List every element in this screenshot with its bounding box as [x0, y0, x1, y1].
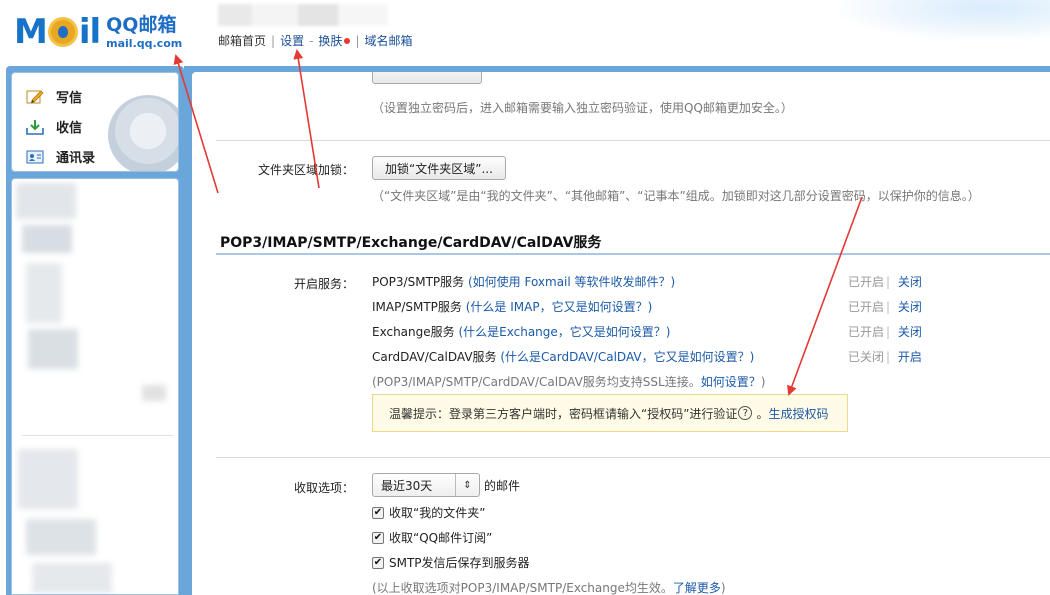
divider	[216, 457, 1050, 458]
service-help-link[interactable]: (什么是Exchange，它又是如何设置？)	[458, 325, 670, 339]
top-nav: 邮箱首页 | 设置 - 换肤 | 域名邮箱	[218, 32, 413, 49]
main-frame: （设置独立密码后，进入邮箱需要输入独立密码验证，使用QQ邮箱更加安全。） 文件夹…	[184, 66, 1050, 595]
service-help-link[interactable]: (什么是 IMAP，它又是如何设置？)	[466, 300, 653, 314]
service-help-link[interactable]: (如何使用 Foxmail 等软件收发邮件？)	[468, 275, 675, 289]
quick-actions: 写信 收信 通讯录	[11, 72, 179, 172]
logo-title: QQ邮箱	[106, 13, 177, 36]
service-imap-smtp: IMAP/SMTP服务 (什么是 IMAP，它又是如何设置？)	[372, 300, 653, 314]
penguin-logo-icon	[47, 17, 78, 47]
auth-code-tip: 温馨提示：登录第三方客户端时，密码框请输入“授权码”进行验证?。生成授权码	[372, 394, 848, 432]
generate-auth-code-link[interactable]: 生成授权码	[768, 405, 828, 422]
folder-lock-note: （“文件夹区域”是由“我的文件夹”、“其他邮箱”、“记事本”组成。加锁即对这几部…	[372, 189, 980, 203]
service-exchange: Exchange服务 (什么是Exchange，它又是如何设置？)	[372, 325, 671, 339]
help-question-icon[interactable]: ?	[738, 406, 753, 420]
nav-skin-link[interactable]: 换肤	[318, 32, 342, 49]
folder-list-blurred	[11, 178, 179, 595]
header: Mil QQ邮箱 mail.qq.com 邮箱首页 | 设置 - 换肤 | 域名…	[0, 0, 1050, 66]
header-decoration	[840, 0, 1050, 40]
service-toggle-link[interactable]: 关闭	[898, 275, 922, 289]
penguin-watermark-icon	[108, 95, 178, 171]
section-rule	[216, 253, 1050, 255]
checkbox-smtp-save[interactable]: ✔ SMTP发信后保存到服务器	[372, 554, 530, 571]
service-toggle-link[interactable]: 关闭	[898, 325, 922, 339]
folder-lock-label: 文件夹区域加锁：	[257, 163, 354, 177]
select-arrows-icon: ⇕	[455, 474, 479, 496]
service-status: 已开启 | 关闭	[848, 300, 922, 314]
independent-password-note: （设置独立密码后，进入邮箱需要输入独立密码验证，使用QQ邮箱更加安全。）	[372, 101, 793, 115]
service-toggle-link[interactable]: 关闭	[898, 300, 922, 314]
checkbox-checked-icon: ✔	[372, 506, 384, 519]
receive-range-suffix: 的邮件	[484, 479, 521, 493]
service-toggle-link[interactable]: 开启	[898, 350, 922, 364]
nav-settings-link[interactable]: 设置	[280, 32, 304, 49]
section-title: POP3/IMAP/SMTP/Exchange/CardDAV/CalDAV服务	[220, 235, 602, 251]
logo-url: mail.qq.com	[106, 36, 183, 50]
checkbox-checked-icon: ✔	[372, 556, 384, 569]
checkbox-qq-subscription[interactable]: ✔ 收取“QQ邮件订阅”	[372, 529, 492, 546]
services-label: 开启服务：	[293, 277, 354, 291]
service-status: 已开启 | 关闭	[848, 275, 922, 289]
ssl-howto-link[interactable]: 如何设置？	[701, 375, 761, 389]
inbox-download-icon	[26, 119, 44, 135]
set-independent-password-button[interactable]	[372, 72, 482, 84]
logo-mark: Mil	[14, 12, 101, 52]
receive-range-select[interactable]: 最近30天 ⇕	[372, 473, 480, 497]
pencil-icon	[26, 89, 44, 105]
receive-options-label: 收取选项：	[293, 481, 354, 495]
inbox-button[interactable]: 收信	[26, 117, 82, 136]
folder-lock-button[interactable]: 加锁“文件夹区域”...	[372, 156, 506, 180]
service-status: 已关闭 | 开启	[848, 350, 922, 364]
blurred-user-info	[218, 4, 388, 26]
new-badge-dot	[344, 37, 351, 44]
compose-button[interactable]: 写信	[26, 87, 82, 106]
settings-content: （设置独立密码后，进入邮箱需要输入独立密码验证，使用QQ邮箱更加安全。） 文件夹…	[192, 72, 1050, 595]
service-help-link[interactable]: (什么是CardDAV/CalDAV，它又是如何设置？)	[500, 350, 754, 364]
checkbox-checked-icon: ✔	[372, 531, 384, 544]
ssl-note: (POP3/IMAP/SMTP/CardDAV/CalDAV服务均支持SSL连接…	[372, 375, 766, 389]
service-status: 已开启 | 关闭	[848, 325, 922, 339]
contact-card-icon	[26, 149, 44, 165]
qq-mail-logo[interactable]: Mil QQ邮箱 mail.qq.com	[14, 10, 182, 54]
learn-more-link[interactable]: 了解更多	[673, 581, 721, 595]
nav-home-link[interactable]: 邮箱首页	[218, 32, 266, 49]
service-pop3-smtp: POP3/SMTP服务 (如何使用 Foxmail 等软件收发邮件？)	[372, 275, 676, 289]
contacts-button[interactable]: 通讯录	[26, 147, 95, 166]
service-carddav-caldav: CardDAV/CalDAV服务 (什么是CardDAV/CalDAV，它又是如…	[372, 350, 755, 364]
nav-domain-mail-link[interactable]: 域名邮箱	[364, 32, 412, 49]
sidebar: 写信 收信 通讯录	[6, 66, 184, 595]
checkbox-my-folders[interactable]: ✔ 收取“我的文件夹”	[372, 504, 485, 521]
receive-options-note: (以上收取选项对POP3/IMAP/SMTP/Exchange均生效。了解更多)	[372, 581, 726, 595]
divider	[216, 140, 1050, 141]
